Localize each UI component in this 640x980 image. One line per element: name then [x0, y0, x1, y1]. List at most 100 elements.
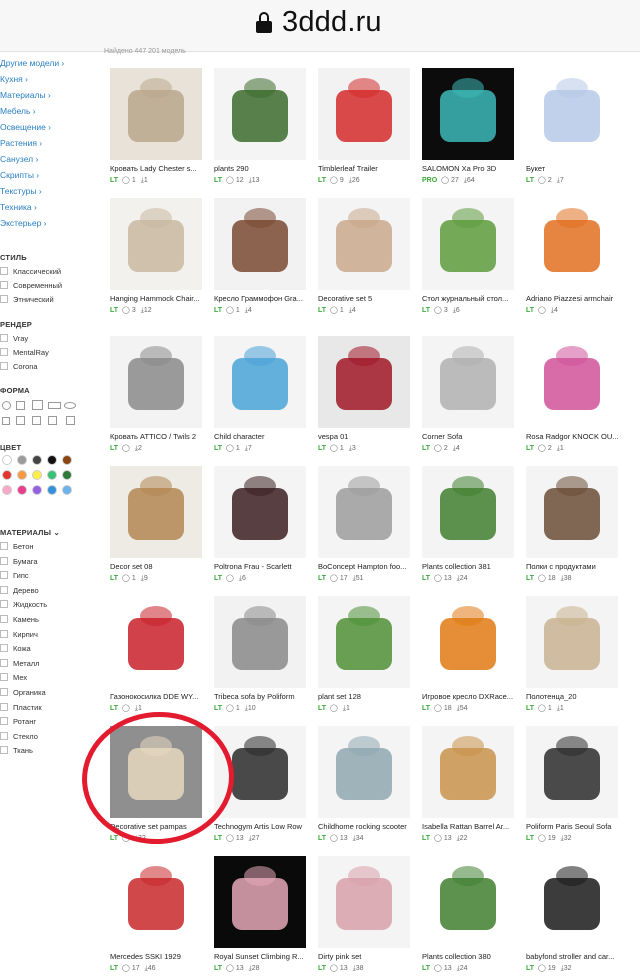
- model-card[interactable]: Poliform Paris Seoul Sofa LT ◯ 19 ⤓32: [520, 720, 624, 850]
- model-card[interactable]: BoConcept Hampton foo... LT ◯ 17 ⤓51: [312, 460, 416, 590]
- model-card[interactable]: Игровое кресло DXRace... LT ◯ 18 ⤓54: [416, 590, 520, 720]
- shape-filter-icon[interactable]: [32, 400, 43, 410]
- model-title[interactable]: Кровать Lady Chester s...: [110, 164, 208, 173]
- material-checkbox[interactable]: Ротанг: [0, 717, 36, 727]
- model-title[interactable]: plants 290: [214, 164, 312, 173]
- shape-filter-icon[interactable]: [48, 402, 61, 409]
- model-title[interactable]: Газонокосилка DDE WY...: [110, 692, 208, 701]
- shape-filter-icon[interactable]: [32, 416, 41, 425]
- model-card[interactable]: Timblerleaf Trailer LT ◯ 9 ⤓26: [312, 62, 416, 192]
- model-thumbnail[interactable]: [422, 596, 514, 688]
- category-link[interactable]: Текстуры ›: [0, 186, 42, 196]
- color-swatch[interactable]: [2, 470, 12, 480]
- model-title[interactable]: Игровое кресло DXRace...: [422, 692, 520, 701]
- model-card[interactable]: Tribeca sofa by Poliform LT ◯ 1 ⤓10: [208, 590, 312, 720]
- render-checkbox[interactable]: MentalRay: [0, 348, 49, 358]
- color-swatch[interactable]: [17, 470, 27, 480]
- model-thumbnail[interactable]: [526, 856, 618, 948]
- color-swatch[interactable]: [17, 485, 27, 495]
- checkbox-icon[interactable]: [0, 295, 8, 303]
- render-checkbox[interactable]: Corona: [0, 362, 38, 372]
- model-thumbnail[interactable]: [526, 198, 618, 290]
- color-swatch[interactable]: [47, 455, 57, 465]
- shape-filter-icon[interactable]: [16, 416, 25, 425]
- color-swatch[interactable]: [32, 470, 42, 480]
- model-title[interactable]: Decor set 08: [110, 562, 208, 571]
- model-card[interactable]: Decor set 08 LT ◯ 1 ⤓9: [104, 460, 208, 590]
- model-card[interactable]: Adriano Piazzesi armchair LT ◯ ⤓4: [520, 192, 624, 322]
- color-swatch[interactable]: [47, 470, 57, 480]
- model-thumbnail[interactable]: [318, 726, 410, 818]
- model-title[interactable]: Dirty pink set: [318, 952, 416, 961]
- model-card[interactable]: Hanging Hammock Chair... LT ◯ 3 ⤓12: [104, 192, 208, 322]
- chevron-down-icon[interactable]: ⌄: [53, 528, 59, 537]
- model-title[interactable]: Royal Sunset Climbing R...: [214, 952, 312, 961]
- checkbox-icon[interactable]: [0, 585, 8, 594]
- checkbox-icon[interactable]: [0, 334, 8, 342]
- model-card[interactable]: SALOMON Xa Pro 3D PRO ◯ 27 ⤓64: [416, 62, 520, 192]
- model-title[interactable]: Кровать ATTICO / Twils 2: [110, 432, 208, 441]
- model-thumbnail[interactable]: [422, 856, 514, 948]
- model-card[interactable]: plant set 128 LT ◯ ⤓1: [312, 590, 416, 720]
- model-title[interactable]: Hanging Hammock Chair...: [110, 294, 208, 303]
- model-title[interactable]: SALOMON Xa Pro 3D: [422, 164, 520, 173]
- material-checkbox[interactable]: Кирпич: [0, 629, 38, 640]
- model-thumbnail[interactable]: [214, 596, 306, 688]
- model-title[interactable]: Adriano Piazzesi armchair: [526, 294, 624, 303]
- model-card[interactable]: Poltrona Frau - Scarlett LT ◯ ⤓6: [208, 460, 312, 590]
- model-thumbnail[interactable]: [110, 856, 202, 948]
- model-thumbnail[interactable]: [214, 68, 306, 160]
- color-swatch[interactable]: [62, 470, 72, 480]
- material-checkbox[interactable]: Пластик: [0, 702, 42, 713]
- model-card[interactable]: Childhome rocking scooter LT ◯ 13 ⤓34: [312, 720, 416, 850]
- model-thumbnail[interactable]: [526, 336, 618, 428]
- model-thumbnail[interactable]: [526, 596, 618, 688]
- checkbox-icon[interactable]: [0, 281, 8, 289]
- color-swatch[interactable]: [32, 455, 42, 465]
- model-card[interactable]: Полки с продуктами LT ◯ 18 ⤓38: [520, 460, 624, 590]
- style-checkbox[interactable]: Этнический: [0, 295, 54, 305]
- model-card[interactable]: Isabella Rattan Barrel Ar... LT ◯ 13 ⤓22: [416, 720, 520, 850]
- color-swatch[interactable]: [2, 455, 12, 465]
- model-card[interactable]: Dirty pink set LT ◯ 13 ⤓38: [312, 850, 416, 980]
- model-title[interactable]: Полотенца_20: [526, 692, 624, 701]
- model-thumbnail[interactable]: [318, 198, 410, 290]
- model-card[interactable]: Кровать Lady Chester s... LT ◯ 1 ⤓1: [104, 62, 208, 192]
- checkbox-icon[interactable]: [0, 702, 8, 711]
- checkbox-icon[interactable]: [0, 673, 8, 682]
- material-checkbox[interactable]: Органика: [0, 688, 46, 698]
- model-thumbnail[interactable]: [318, 856, 410, 948]
- category-link[interactable]: Техника ›: [0, 202, 37, 212]
- model-thumbnail[interactable]: [214, 336, 306, 428]
- model-title[interactable]: plant set 128: [318, 692, 416, 701]
- model-card[interactable]: Полотенца_20 LT ◯ 1 ⤓1: [520, 590, 624, 720]
- material-checkbox[interactable]: Камень: [0, 615, 39, 625]
- model-card[interactable]: Corner Sofa LT ◯ 2 ⤓4: [416, 330, 520, 460]
- model-card[interactable]: Кровать ATTICO / Twils 2 LT ◯ ⤓2: [104, 330, 208, 460]
- model-title[interactable]: Mercedes SSKI 1929: [110, 952, 208, 961]
- color-swatch[interactable]: [32, 485, 42, 495]
- model-card[interactable]: Букет LT ◯ 2 ⤓7: [520, 62, 624, 192]
- model-thumbnail[interactable]: [318, 596, 410, 688]
- material-checkbox[interactable]: Кожа: [0, 644, 31, 654]
- checkbox-icon[interactable]: [0, 556, 8, 565]
- model-title[interactable]: Букет: [526, 164, 624, 173]
- model-title[interactable]: Isabella Rattan Barrel Ar...: [422, 822, 520, 831]
- material-checkbox[interactable]: Бетон: [0, 542, 34, 552]
- model-thumbnail[interactable]: [318, 336, 410, 428]
- shape-filter-icon[interactable]: [16, 401, 25, 410]
- model-thumbnail[interactable]: [526, 68, 618, 160]
- material-checkbox[interactable]: Ткань: [0, 746, 33, 756]
- model-card[interactable]: Кресло Граммофон Gra... LT ◯ 1 ⤓4: [208, 192, 312, 322]
- model-card[interactable]: Газонокосилка DDE WY... LT ◯ ⤓1: [104, 590, 208, 720]
- model-title[interactable]: Corner Sofa: [422, 432, 520, 441]
- model-title[interactable]: babyfond stroller and car...: [526, 952, 624, 961]
- checkbox-icon[interactable]: [0, 348, 8, 356]
- model-thumbnail[interactable]: [110, 68, 202, 160]
- category-link[interactable]: Освещение ›: [0, 122, 51, 132]
- model-title[interactable]: Полки с продуктами: [526, 562, 624, 571]
- model-thumbnail[interactable]: [110, 466, 202, 558]
- model-thumbnail[interactable]: [110, 336, 202, 428]
- material-checkbox[interactable]: Дерево: [0, 585, 39, 596]
- checkbox-icon[interactable]: [0, 362, 8, 370]
